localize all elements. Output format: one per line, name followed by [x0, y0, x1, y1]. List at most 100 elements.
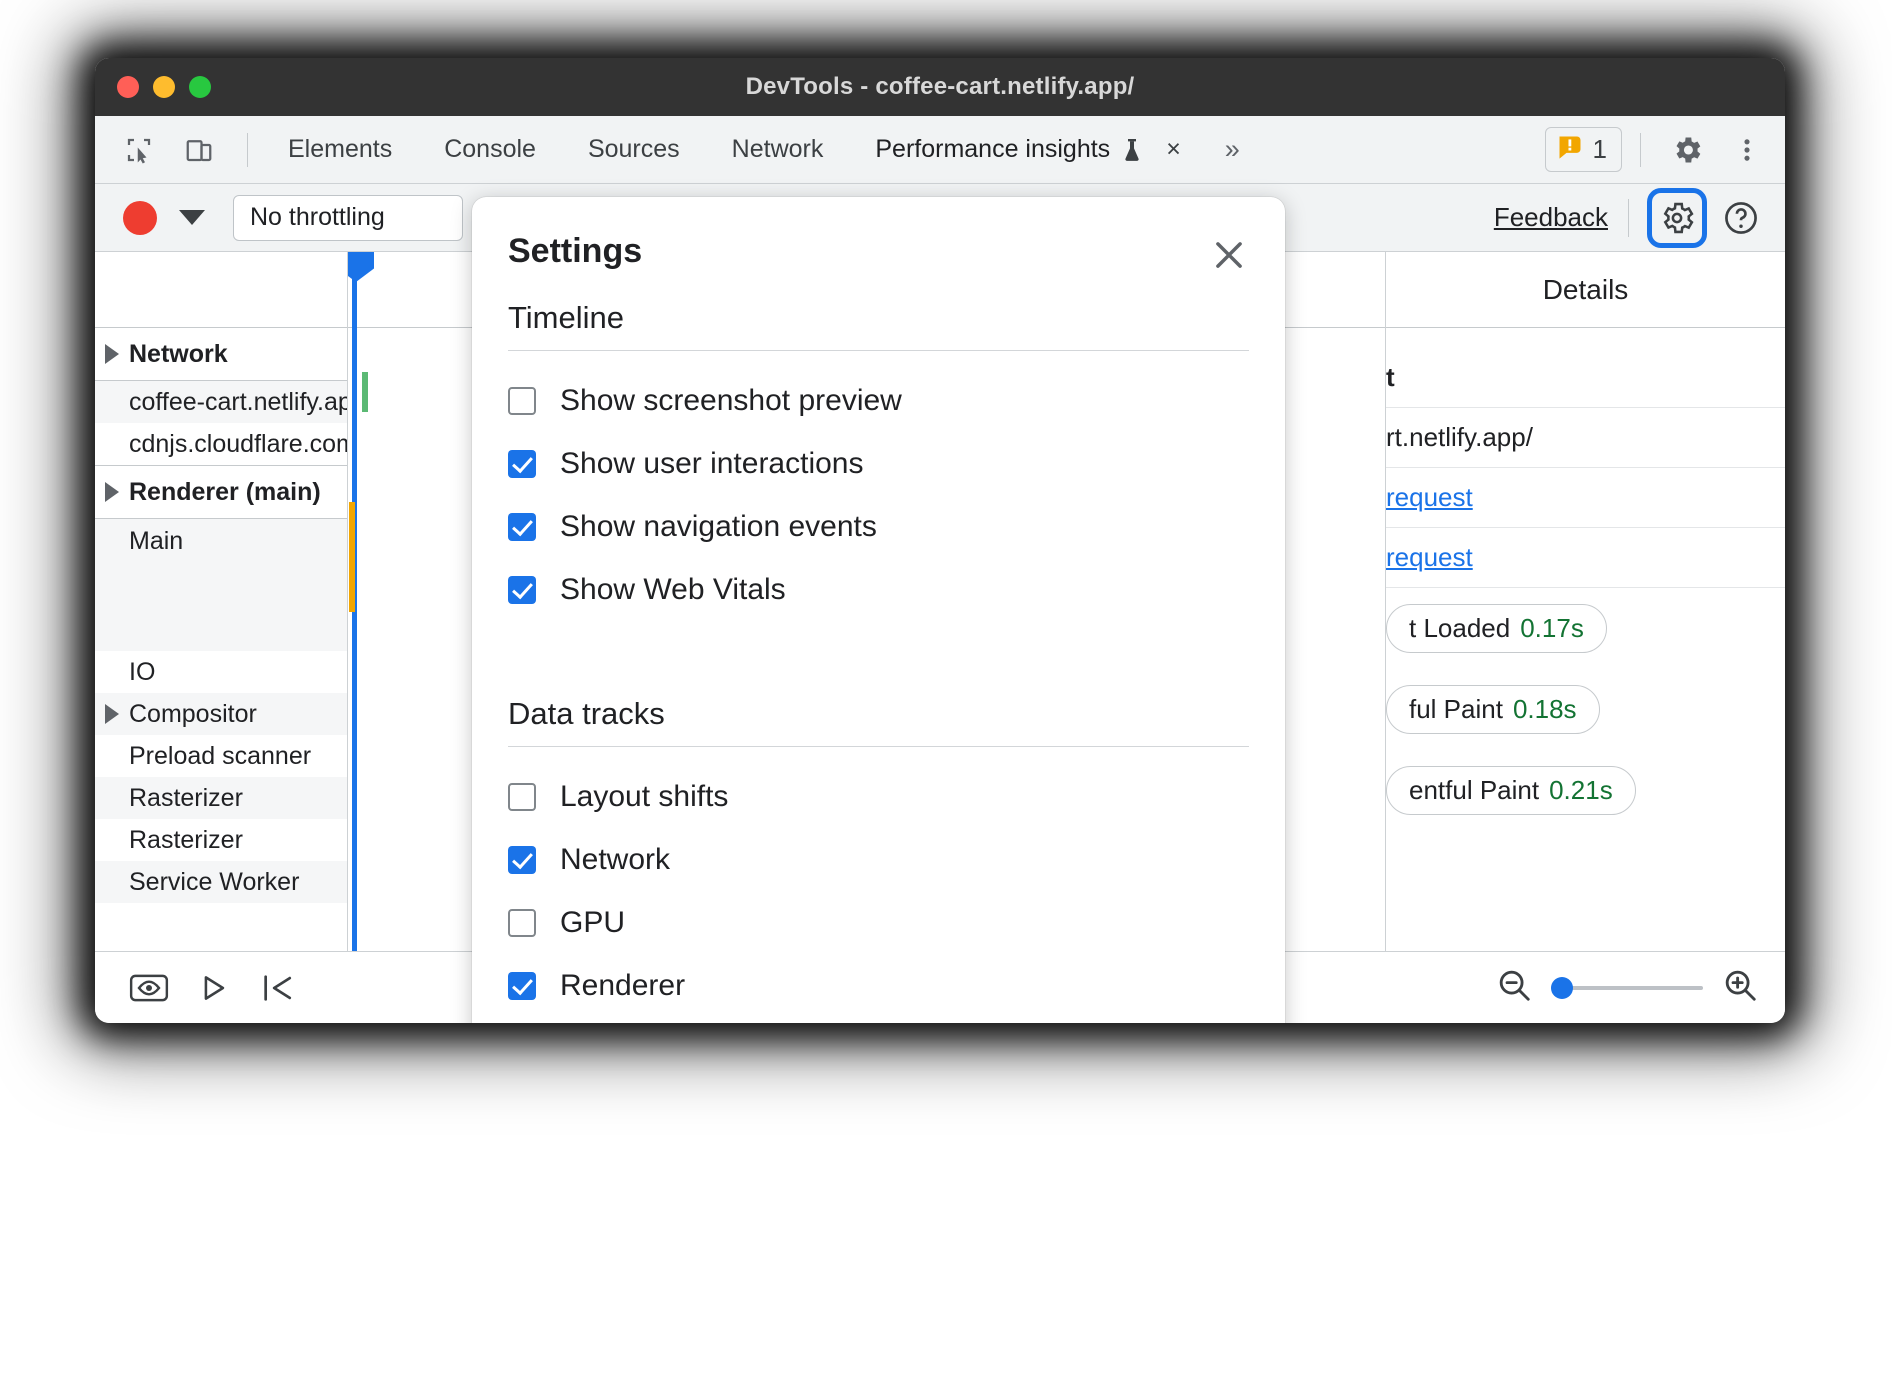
settings-option-row[interactable]: Layout shifts [508, 765, 1249, 828]
checkbox-checked-icon[interactable] [508, 450, 536, 478]
track-row[interactable]: Preload scanner [95, 735, 347, 777]
settings-option-row[interactable]: Show navigation events [508, 495, 1249, 558]
checkbox-checked-icon[interactable] [508, 513, 536, 541]
metric-chip-row: ful Paint 0.18s [1386, 669, 1785, 750]
settings-gear-icon[interactable] [1647, 188, 1707, 248]
track-row[interactable]: Rasterizer [95, 777, 347, 819]
track-row[interactable]: IO [95, 651, 347, 693]
settings-option-label: Renderer [560, 969, 685, 1003]
track-row[interactable]: Main [95, 519, 347, 651]
track-list: Network coffee-cart.netlify.app cdnjs.clou… [95, 328, 347, 903]
chevron-down-icon[interactable] [179, 210, 205, 225]
track-label: Network [129, 340, 228, 369]
warning-badge[interactable]: 1 [1545, 127, 1622, 172]
kebab-menu-icon[interactable] [1719, 126, 1775, 174]
expand-triangle-icon[interactable] [105, 482, 119, 502]
devtools-window: DevTools - coffee-cart.netlify.app/ [95, 58, 1785, 1023]
warning-count: 1 [1593, 134, 1607, 165]
checkbox-checked-icon[interactable] [508, 576, 536, 604]
main-thread-bar[interactable] [349, 502, 355, 612]
settings-option-label: GPU [560, 906, 625, 940]
toolbar-divider [247, 133, 248, 167]
checkbox-checked-icon[interactable] [508, 846, 536, 874]
settings-section-title: Timeline [508, 300, 1249, 350]
tab-network[interactable]: Network [706, 116, 850, 183]
settings-option-row[interactable]: Show user interactions [508, 432, 1249, 495]
track-label: Service Worker [129, 868, 299, 897]
network-bar[interactable] [362, 372, 368, 412]
track-label: Main [129, 527, 183, 556]
checkbox-checked-icon[interactable] [508, 972, 536, 1000]
metric-chip[interactable]: ful Paint 0.18s [1386, 685, 1600, 734]
track-row[interactable]: Network [95, 328, 347, 380]
device-toolbar-icon[interactable] [173, 126, 225, 174]
expand-triangle-icon[interactable] [105, 344, 119, 364]
settings-option-label: Show screenshot preview [560, 384, 902, 418]
details-request-link-2[interactable]: request [1386, 542, 1473, 572]
settings-option-row[interactable]: Show Web Vitals [508, 558, 1249, 621]
screenshot-root: DevTools - coffee-cart.netlify.app/ [0, 0, 1892, 1380]
track-label: cdnjs.cloudflare.com [129, 430, 347, 459]
expand-triangle-icon[interactable] [105, 704, 119, 724]
gear-icon[interactable] [1659, 126, 1715, 174]
settings-dialog: Settings TimelineShow screenshot preview… [472, 197, 1285, 1023]
track-label: Renderer (main) [129, 478, 321, 507]
checkbox-unchecked-icon[interactable] [508, 387, 536, 415]
tab-elements[interactable]: Elements [262, 116, 418, 183]
zoom-in-icon[interactable] [1721, 966, 1759, 1009]
details-request-link-1[interactable]: request [1386, 482, 1473, 512]
inspect-element-icon[interactable] [113, 126, 165, 174]
settings-option-row[interactable]: GPU [508, 891, 1249, 954]
settings-option-label: Show Web Vitals [560, 573, 786, 607]
help-question-icon[interactable] [1711, 188, 1771, 248]
checkbox-unchecked-icon[interactable] [508, 909, 536, 937]
panel-tabs: Elements Console Sources Network Perform… [262, 116, 1258, 183]
eye-visibility-icon[interactable] [117, 962, 181, 1014]
track-label: coffee-cart.netlify.app [129, 388, 347, 417]
metric-chip-label: ful Paint [1409, 694, 1503, 725]
zoom-out-icon[interactable] [1495, 966, 1533, 1009]
settings-option-row[interactable]: Renderer [508, 954, 1249, 1017]
close-icon[interactable] [1203, 229, 1255, 281]
tabbar-right-divider [1640, 133, 1641, 167]
tab-console[interactable]: Console [418, 116, 562, 183]
track-row[interactable]: Renderer (main) [95, 466, 347, 518]
track-label: Compositor [129, 700, 257, 729]
more-tabs-chevron-icon[interactable]: » [1207, 134, 1258, 165]
track-row[interactable]: Compositor [95, 693, 347, 735]
tab-sources[interactable]: Sources [562, 116, 706, 183]
perf-toolbar-divider [1628, 199, 1629, 237]
details-title: t [1386, 348, 1785, 408]
settings-option-row[interactable]: User Timings [508, 1017, 1249, 1023]
settings-option-row[interactable]: Show screenshot preview [508, 369, 1249, 432]
record-button[interactable] [123, 201, 157, 235]
tab-close-icon[interactable]: × [1166, 135, 1181, 164]
performance-toolbar-right: Feedback [1494, 184, 1771, 251]
warning-triangle-icon [1556, 133, 1584, 166]
track-row[interactable]: cdnjs.cloudflare.com [95, 423, 347, 465]
tab-performance-insights[interactable]: Performance insights × [849, 116, 1206, 183]
metric-chip[interactable]: entful Paint0.21s [1386, 766, 1636, 815]
throttling-select[interactable]: No throttling [233, 195, 463, 241]
checkbox-unchecked-icon[interactable] [508, 783, 536, 811]
metric-chip-label: entful Paint [1409, 775, 1539, 806]
zoom-slider[interactable] [1551, 986, 1703, 990]
zoom-controls [1495, 952, 1759, 1023]
details-url: rt.netlify.app/ [1386, 408, 1785, 468]
details-request-row-2: request [1386, 528, 1785, 588]
metric-chip-row: entful Paint0.21s [1386, 750, 1785, 831]
tab-elements-label: Elements [288, 135, 392, 164]
metric-chip[interactable]: t Loaded0.17s [1386, 604, 1607, 653]
feedback-link[interactable]: Feedback [1494, 202, 1608, 233]
track-row[interactable]: Service Worker [95, 861, 347, 903]
jump-to-start-icon[interactable] [245, 962, 309, 1014]
track-row[interactable]: coffee-cart.netlify.app [95, 381, 347, 423]
metric-chip-value: 0.18s [1513, 694, 1577, 725]
settings-section: Data tracksLayout shiftsNetworkGPURender… [508, 696, 1249, 1023]
play-button-icon[interactable] [181, 962, 245, 1014]
settings-option-row[interactable]: Network [508, 828, 1249, 891]
track-row[interactable]: Rasterizer [95, 819, 347, 861]
settings-option-label: Show user interactions [560, 447, 864, 481]
track-label: Rasterizer [129, 784, 243, 813]
zoom-slider-thumb[interactable] [1551, 977, 1573, 999]
